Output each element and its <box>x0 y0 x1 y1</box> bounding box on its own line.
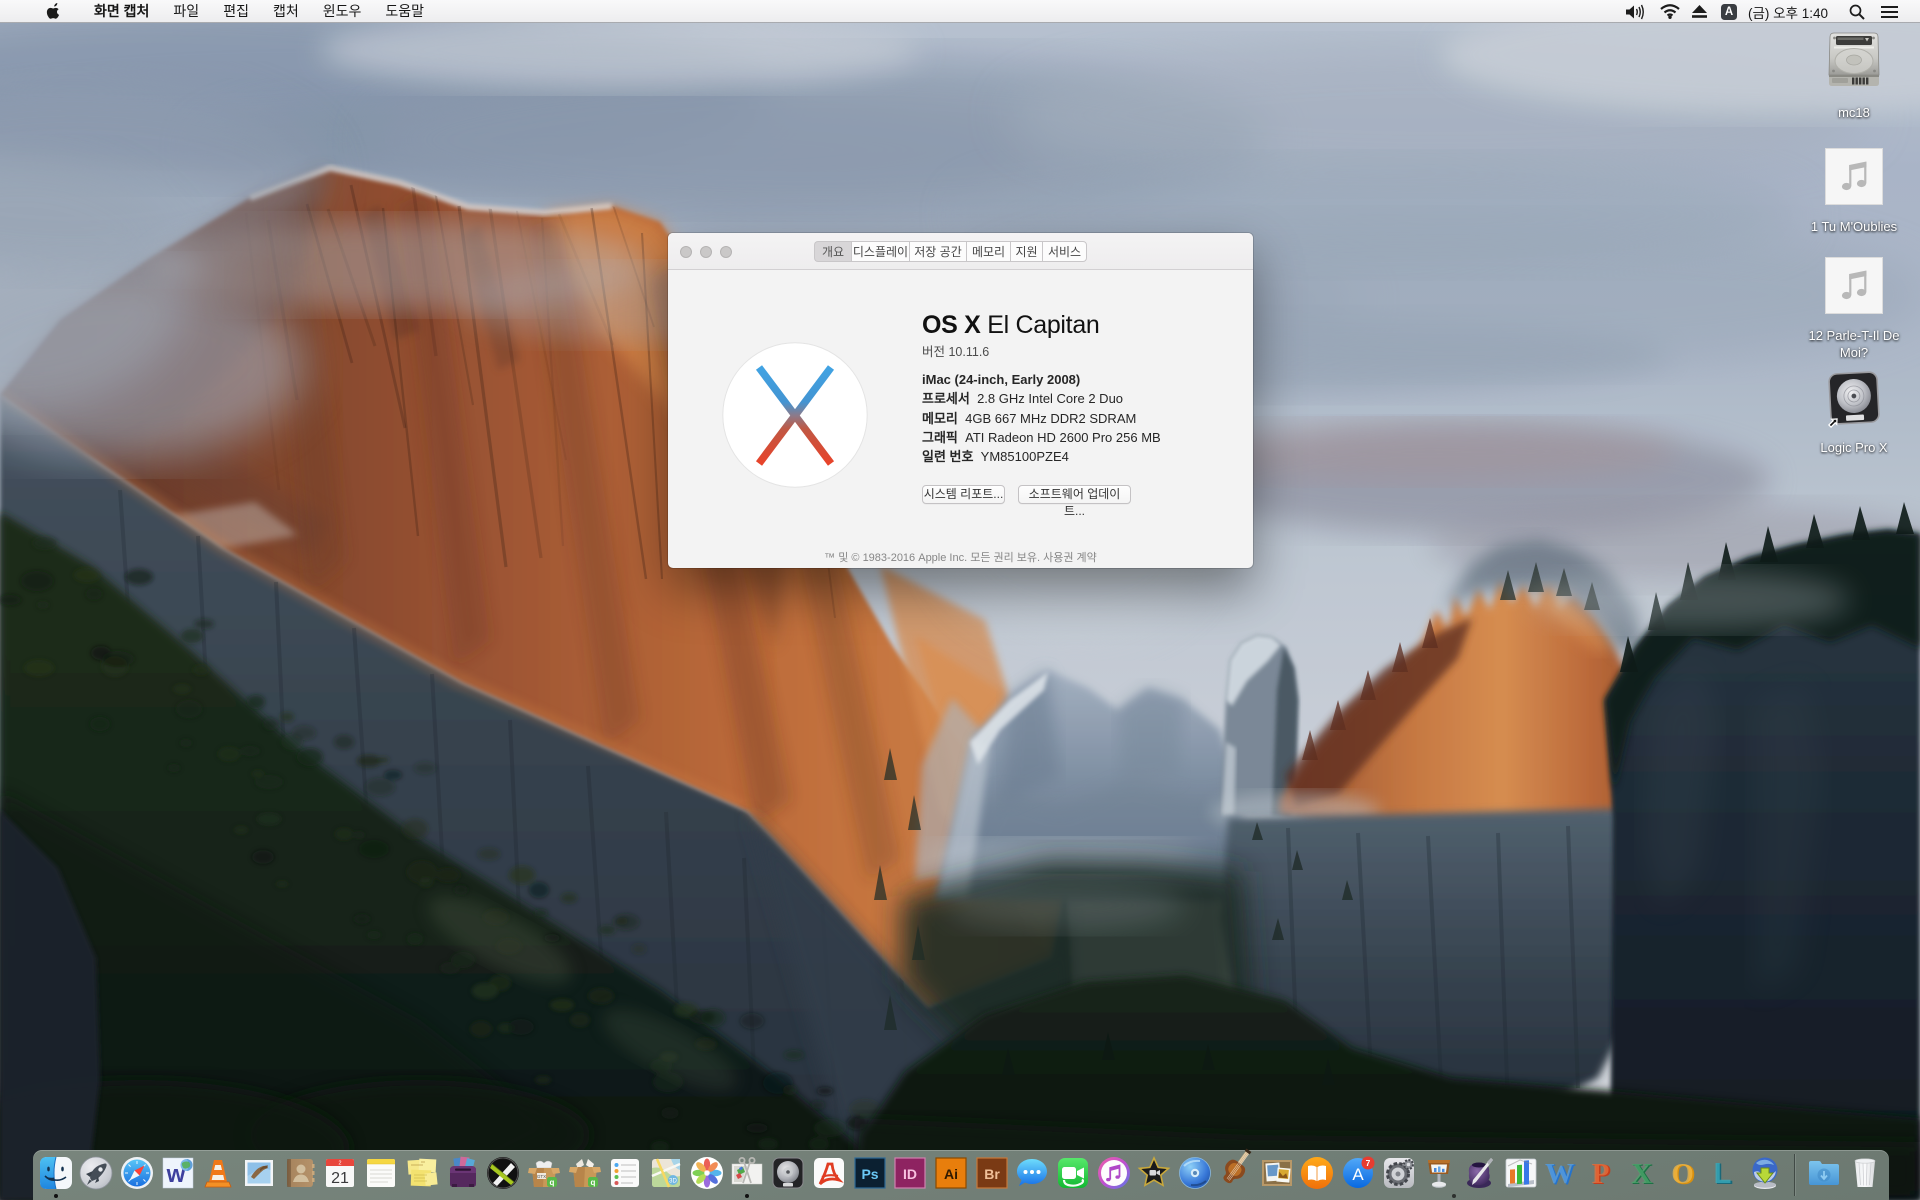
svg-text:X: X <box>1631 1158 1652 1190</box>
svg-text:P: P <box>1592 1158 1610 1190</box>
svg-text:A: A <box>1352 1165 1364 1184</box>
svg-text:Ai: Ai <box>944 1166 958 1182</box>
svg-text:Br: Br <box>984 1166 1000 1182</box>
svg-text:7: 7 <box>1366 1158 1371 1168</box>
svg-text:q: q <box>590 1178 595 1187</box>
svg-text:3D: 3D <box>669 1179 677 1185</box>
svg-text:GTX: GTX <box>537 1174 546 1179</box>
svg-text:2: 2 <box>339 1161 342 1167</box>
svg-text:L: L <box>1714 1158 1732 1190</box>
svg-text:ID: ID <box>903 1166 917 1182</box>
svg-text:W: W <box>1545 1158 1574 1190</box>
svg-text:q: q <box>549 1178 554 1187</box>
svg-text:21: 21 <box>331 1170 349 1187</box>
svg-text:O: O <box>1671 1158 1694 1190</box>
svg-text:Ps: Ps <box>861 1166 878 1182</box>
